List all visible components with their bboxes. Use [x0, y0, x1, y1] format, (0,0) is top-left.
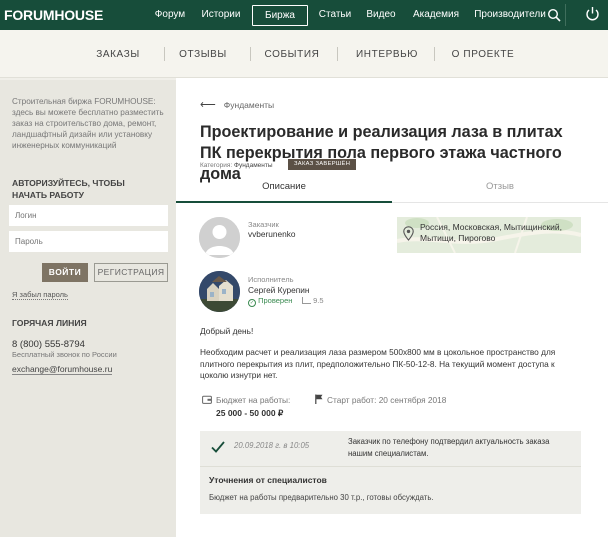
order-history-entry: 20.09.2018 г. в 10:05 Заказчик по телефо… [200, 431, 581, 466]
subnav-reviews[interactable]: ОТЗЫВЫ [172, 30, 234, 78]
subnav-separator [250, 47, 251, 61]
subnav-separator [164, 47, 165, 61]
register-button[interactable]: РЕГИСТРАЦИЯ [94, 263, 168, 282]
executor-rating: 9.5 [302, 296, 324, 305]
back-label: Фундаменты [223, 100, 275, 110]
back-arrow-icon: ⟵ [200, 99, 216, 111]
category-value[interactable]: Фундаменты [234, 162, 273, 169]
subnav-separator [434, 47, 435, 61]
hotline-note: Бесплатный звонок по России [12, 350, 117, 359]
hotline-title: ГОРЯЧАЯ ЛИНИЯ [12, 318, 87, 328]
budget-label: Бюджет на работы: [216, 395, 291, 405]
sidebar-intro: Строительная биржа FORUMHOUSE: здесь вы … [12, 97, 164, 150]
executor-avatar[interactable] [199, 271, 240, 312]
verified-check-icon: ✓ [248, 299, 256, 307]
subnav-orders[interactable]: ЗАКАЗЫ [88, 30, 148, 78]
nav-manufacturers[interactable]: Производители [472, 0, 548, 30]
wallet-icon [202, 395, 212, 404]
login-input[interactable] [9, 205, 168, 226]
customer-avatar [199, 217, 240, 258]
flag-icon [315, 394, 323, 404]
location-map[interactable]: Россия, Московская, Мытищинский, Мытищи,… [397, 217, 581, 253]
tab-review[interactable]: Отзыв [392, 177, 608, 203]
order-description: Необходим расчет и реализация лаза разме… [200, 347, 556, 380]
password-input[interactable] [9, 231, 168, 252]
nav-divider [565, 4, 566, 26]
executor-photo [199, 271, 240, 312]
subnav-interviews[interactable]: ИНТЕРВЬЮ [350, 30, 424, 78]
status-badge: ЗАКАЗ ЗАВЕРШЁН [288, 159, 357, 170]
user-placeholder-icon [199, 217, 240, 258]
location-pin-icon [403, 226, 414, 241]
start-label-text: Старт работ: [327, 395, 377, 405]
nav-articles[interactable]: Статьи [314, 0, 356, 30]
history-date: 20.09.2018 г. в 10:05 [234, 441, 310, 450]
nav-video[interactable]: Видео [362, 0, 400, 30]
customer-role: Заказчик [248, 220, 279, 229]
location-text: Россия, Московская, Мытищинский, Мытищи,… [420, 222, 563, 243]
sub-navigation: ЗАКАЗЫ ОТЗЫВЫ СОБЫТИЯ ИНТЕРВЬЮ О ПРОЕКТЕ [0, 30, 608, 78]
executor-name[interactable]: Сергей Курепин [248, 285, 309, 295]
sidebar: Строительная биржа FORUMHOUSE: здесь вы … [0, 80, 176, 537]
nav-stories[interactable]: Истории [196, 0, 246, 30]
order-greeting: Добрый день! [200, 326, 254, 336]
order-tabs: Описание Отзыв [176, 177, 608, 203]
history-text: Заказчик по телефону подтвердил актуальн… [348, 437, 550, 458]
order-title: Проектирование и реализация лаза в плита… [200, 123, 563, 183]
top-navigation: FORUMHOUSE Форум Истории Биржа Статьи Ви… [0, 0, 608, 30]
order-category: Категория: Фундаменты [200, 162, 273, 169]
specialist-notes-title: Уточнения от специалистов [209, 475, 327, 485]
subnav-events[interactable]: СОБЫТИЯ [260, 30, 324, 78]
login-button[interactable]: ВОЙТИ [42, 263, 88, 282]
support-email-link[interactable]: exchange@forumhouse.ru [12, 364, 113, 375]
specialist-notes: Уточнения от специалистов Бюджет на рабо… [200, 466, 581, 514]
checkmark-icon [211, 441, 225, 453]
nav-exchange[interactable]: Биржа [252, 5, 308, 26]
tab-description[interactable]: Описание [176, 177, 392, 203]
auth-title: АВТОРИЗУЙТЕСЬ, ЧТОБЫ НАЧАТЬ РАБОТУ [12, 178, 125, 200]
order-card: ⟵ Фундаменты Проектирование и реализация … [176, 78, 608, 537]
forumhouse-logo[interactable]: FORUMHOUSE [4, 7, 103, 23]
nav-academy[interactable]: Академия [406, 0, 466, 30]
search-icon[interactable] [547, 8, 561, 22]
forgot-password-link[interactable]: Я забыл пароль [12, 290, 68, 300]
subnav-separator [337, 47, 338, 61]
category-label: Категория: [200, 162, 233, 169]
subnav-about[interactable]: О ПРОЕКТЕ [448, 30, 518, 78]
back-link[interactable]: ⟵ Фундаменты [200, 98, 274, 111]
verified-label: Проверен [258, 296, 293, 305]
customer-name[interactable]: vvberunenko [248, 229, 296, 239]
rating-chart-icon [302, 297, 311, 304]
rating-value: 9.5 [313, 296, 324, 305]
verified-status: ✓ Проверен [248, 296, 292, 307]
start-label: Старт работ: 20 сентября 2018 [327, 395, 446, 405]
start-value: 20 сентября 2018 [378, 395, 447, 405]
nav-forum[interactable]: Форум [150, 0, 190, 30]
hotline-phone: 8 (800) 555-8794 [12, 339, 85, 350]
budget-value: 25 000 - 50 000 ₽ [216, 408, 284, 418]
specialist-notes-text: Бюджет на работы предварительно 30 т.р.,… [209, 493, 434, 502]
power-icon[interactable] [585, 6, 600, 22]
executor-role: Исполнитель [248, 275, 294, 284]
